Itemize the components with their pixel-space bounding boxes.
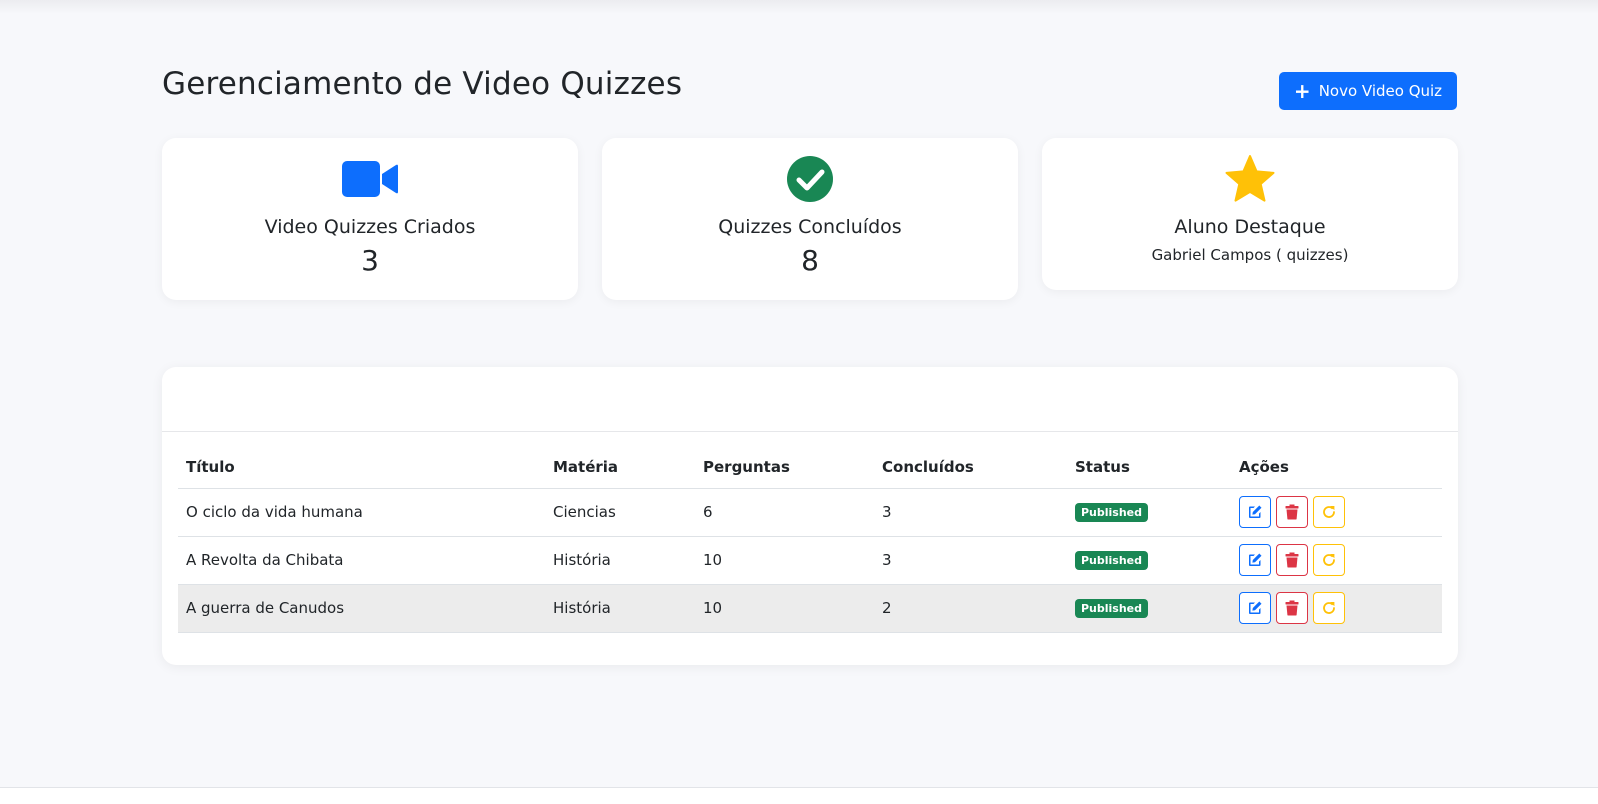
redo-icon: [1323, 554, 1335, 566]
plus-icon: +: [1293, 79, 1311, 103]
cell-subject: História: [545, 536, 695, 585]
trash-icon: [1285, 504, 1299, 520]
cell-actions: [1231, 536, 1442, 585]
cell-title: A guerra de Canudos: [178, 584, 545, 633]
column-header-questions: Perguntas: [695, 447, 874, 489]
new-video-quiz-button[interactable]: + Novo Video Quiz: [1279, 72, 1457, 110]
table-header-row: Título Matéria Perguntas Concluídos Stat…: [178, 447, 1442, 489]
new-video-quiz-label: Novo Video Quiz: [1318, 82, 1443, 100]
card-header-divider: [162, 431, 1458, 432]
status-badge: Published: [1075, 551, 1149, 570]
star-icon: [1042, 154, 1458, 204]
edit-icon: [1249, 553, 1262, 566]
status-badge: Published: [1075, 503, 1149, 522]
stat-card-completed: Quizzes Concluídos 8: [602, 138, 1018, 300]
quizzes-table-card: Título Matéria Perguntas Concluídos Stat…: [162, 367, 1458, 665]
stat-label: Quizzes Concluídos: [718, 216, 902, 238]
column-header-completed: Concluídos: [874, 447, 1067, 489]
edit-button[interactable]: [1239, 544, 1271, 576]
stat-card-top-student: Aluno Destaque Gabriel Campos ( quizzes): [1042, 138, 1458, 290]
redo-icon: [1323, 602, 1335, 614]
status-badge: Published: [1075, 599, 1149, 618]
delete-button[interactable]: [1276, 592, 1308, 624]
cell-subject: História: [545, 584, 695, 633]
reset-button[interactable]: [1313, 496, 1345, 528]
delete-button[interactable]: [1276, 544, 1308, 576]
cell-status: Published: [1067, 536, 1231, 585]
trash-icon: [1285, 552, 1299, 568]
table-row: O ciclo da vida humana Ciencias 6 3 Publ…: [178, 488, 1442, 537]
edit-button[interactable]: [1239, 592, 1271, 624]
top-student-name: Gabriel Campos ( quizzes): [1151, 246, 1349, 264]
video-camera-icon: [162, 154, 578, 204]
page-title: Gerenciamento de Video Quizzes: [162, 66, 683, 102]
stat-value: 8: [801, 244, 819, 277]
footer-area: [0, 788, 1598, 804]
edit-icon: [1249, 505, 1262, 518]
cell-completed: 3: [874, 536, 1067, 585]
cell-actions: [1231, 488, 1442, 537]
edit-button[interactable]: [1239, 496, 1271, 528]
redo-icon: [1323, 506, 1335, 518]
stat-value: 3: [361, 244, 379, 277]
column-header-subject: Matéria: [545, 447, 695, 489]
cell-questions: 10: [695, 584, 874, 633]
check-circle-icon: [602, 154, 1018, 204]
column-header-status: Status: [1067, 447, 1231, 489]
cell-questions: 10: [695, 536, 874, 585]
cell-actions: [1231, 584, 1442, 633]
stat-card-created: Video Quizzes Criados 3: [162, 138, 578, 300]
cell-completed: 2: [874, 584, 1067, 633]
table-row: A Revolta da Chibata História 10 3 Publi…: [178, 536, 1442, 585]
cell-title: O ciclo da vida humana: [178, 488, 545, 537]
stat-label: Video Quizzes Criados: [264, 216, 476, 238]
reset-button[interactable]: [1313, 544, 1345, 576]
trash-icon: [1285, 600, 1299, 616]
delete-button[interactable]: [1276, 496, 1308, 528]
cell-status: Published: [1067, 584, 1231, 633]
reset-button[interactable]: [1313, 592, 1345, 624]
top-shadow: [0, 0, 1598, 14]
column-header-actions: Ações: [1231, 447, 1442, 489]
quizzes-table: Título Matéria Perguntas Concluídos Stat…: [178, 447, 1442, 633]
cell-status: Published: [1067, 488, 1231, 537]
column-header-title: Título: [178, 447, 545, 489]
stat-label: Aluno Destaque: [1174, 216, 1326, 238]
cell-title: A Revolta da Chibata: [178, 536, 545, 585]
cell-questions: 6: [695, 488, 874, 537]
table-row: A guerra de Canudos História 10 2 Publis…: [178, 584, 1442, 633]
edit-icon: [1249, 601, 1262, 614]
cell-completed: 3: [874, 488, 1067, 537]
cell-subject: Ciencias: [545, 488, 695, 537]
